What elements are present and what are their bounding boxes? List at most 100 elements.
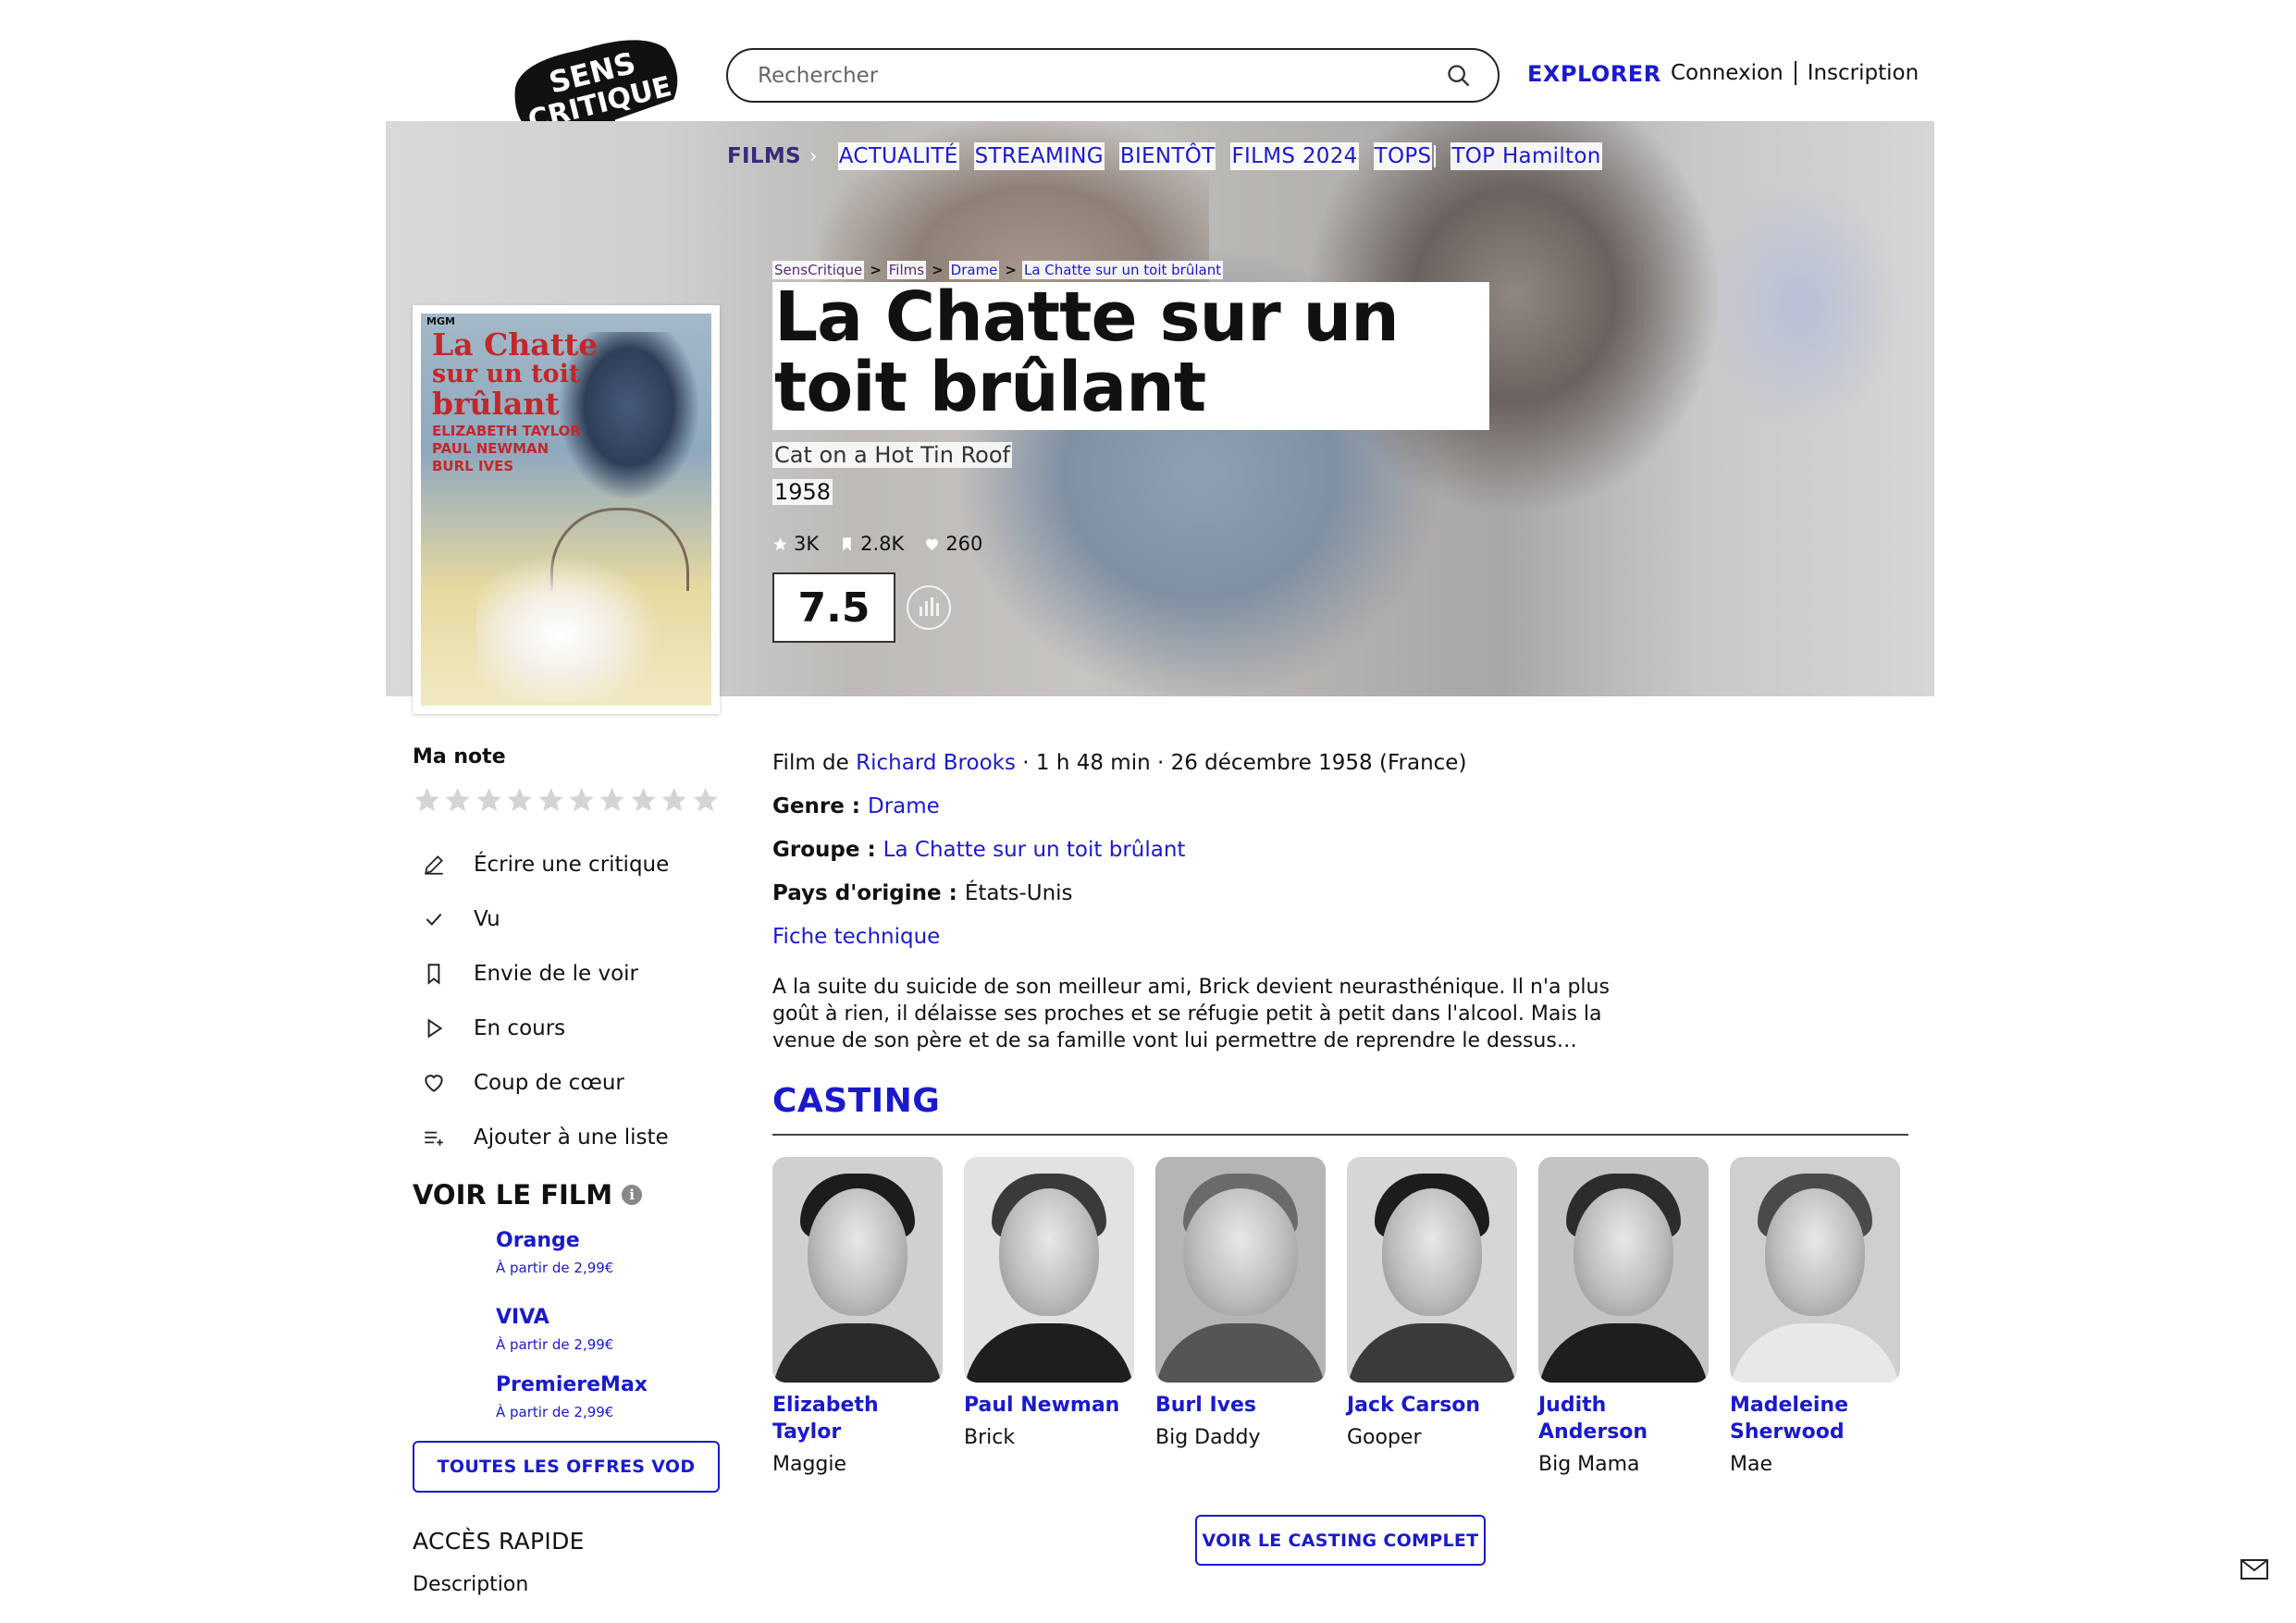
rating-star-icon[interactable] [537,785,565,815]
breadcrumb-current[interactable]: La Chatte sur un toit brûlant [1021,261,1224,279]
stat-wishes: 2.8K [839,533,904,555]
poster-title: La Chatte sur un toit brûlant [432,326,599,422]
nav-films[interactable]: FILMS [726,142,802,170]
offer-orange[interactable]: Orange À partir de 2,99€ [496,1229,720,1276]
actor-name[interactable]: Madeleine Sherwood [1730,1392,1900,1445]
watch-film-heading: VOIR LE FILM i [413,1179,720,1211]
cast-card[interactable]: Burl Ives Big Daddy [1155,1157,1326,1476]
actor-photo[interactable] [1538,1157,1709,1383]
actor-name[interactable]: Paul Newman [964,1392,1134,1419]
film-poster[interactable]: MGM La Chatte sur un toit brûlant ELIZAB… [413,305,720,714]
list-add-icon [425,1131,443,1146]
full-casting-button[interactable]: VOIR LE CASTING COMPLET [1195,1515,1486,1566]
check-icon [426,913,442,926]
actor-photo[interactable] [964,1157,1134,1383]
actor-name[interactable]: Elizabeth Taylor [772,1392,943,1445]
actor-name[interactable]: Burl Ives [1155,1392,1326,1419]
stat-ratings: 3K [772,533,819,555]
action-in-progress[interactable]: En cours [413,1001,720,1055]
nav-divider [1434,145,1437,167]
info-icon[interactable]: i [622,1185,643,1205]
actor-photo[interactable] [1730,1157,1900,1383]
signup-link[interactable]: Inscription [1808,61,1920,85]
rating-star-icon[interactable] [660,785,688,815]
search-bar[interactable] [726,48,1500,103]
actor-photo[interactable] [1155,1157,1326,1383]
nav-films-2024[interactable]: FILMS 2024 [1230,142,1359,170]
rating-star-icon[interactable] [629,785,658,815]
average-score: 7.5 [772,572,895,643]
quick-access-description[interactable]: Description [413,1573,720,1596]
genre-row: Genre : Drame [772,794,940,818]
cast-card[interactable]: Paul Newman Brick [964,1157,1134,1476]
original-title: Cat on a Hot Tin Roof [772,442,1012,468]
actor-role: Gooper [1347,1426,1422,1449]
breadcrumb-senscritique[interactable]: SensCritique [772,261,865,279]
quick-access-heading: ACCÈS RAPIDE [413,1528,585,1555]
rating-star-icon[interactable] [567,785,596,815]
film-nav: FILMS › ACTUALITÉ STREAMING BIENTÔT FILM… [726,142,1617,170]
breadcrumb-drame[interactable]: Drame [948,261,1000,279]
actor-photo[interactable] [772,1157,943,1383]
search-input[interactable] [758,63,1446,88]
login-link[interactable]: Connexion [1671,61,1784,85]
action-write-review[interactable]: Écrire une critique [413,837,720,891]
nav-top-hamilton[interactable]: TOP Hamilton [1450,142,1602,170]
action-favorite[interactable]: Coup de cœur [413,1055,720,1110]
cast-card[interactable]: Jack Carson Gooper [1347,1157,1517,1476]
film-stats: 3K 2.8K 260 [772,533,982,555]
rating-star-icon[interactable] [598,785,626,815]
actor-photo[interactable] [1347,1157,1517,1383]
actor-role: Brick [964,1426,1016,1449]
actor-role: Maggie [772,1453,847,1476]
auth-links: Connexion Inscription [1671,61,1919,85]
action-seen[interactable]: Vu [413,891,720,946]
actor-role: Mae [1730,1453,1772,1476]
cast-card[interactable]: Elizabeth Taylor Maggie [772,1157,943,1476]
all-vod-offers-button[interactable]: TOUTES LES OFFRES VOD [413,1441,720,1493]
stat-wishes-value: 2.8K [860,533,905,555]
rating-star-icon[interactable] [505,785,534,815]
offer-premieremax[interactable]: PremiereMax À partir de 2,99€ [496,1373,720,1420]
genre-link[interactable]: Drame [868,794,940,818]
group-link[interactable]: La Chatte sur un toit brûlant [883,838,1186,862]
search-icon[interactable] [1446,63,1472,89]
my-rating-label: Ma note [413,745,506,768]
cast-card[interactable]: Judith Anderson Big Mama [1538,1157,1709,1476]
play-icon [427,1018,443,1038]
explorer-link[interactable]: EXPLORER [1527,61,1661,87]
film-credits-row: Film de Richard Brooks · 1 h 48 min · 26… [772,751,1467,775]
auth-divider [1794,61,1796,85]
rating-distribution-icon[interactable] [907,585,951,630]
cast-list: Elizabeth Taylor Maggie Paul Newman Bric… [772,1157,1900,1476]
pencil-icon [425,855,443,875]
nav-streaming[interactable]: STREAMING [973,142,1105,170]
page-title: La Chatte sur un toit brûlant [774,277,1400,427]
cast-card[interactable]: Madeleine Sherwood Mae [1730,1157,1900,1476]
nav-actualite[interactable]: ACTUALITÉ [837,142,959,170]
action-add-to-list[interactable]: Ajouter à une liste [413,1110,720,1164]
actor-name[interactable]: Judith Anderson [1538,1392,1709,1445]
director-link[interactable]: Richard Brooks [856,751,1016,775]
poster-artwork: MGM La Chatte sur un toit brûlant ELIZAB… [421,314,711,706]
actor-name[interactable]: Jack Carson [1347,1392,1517,1419]
mail-icon[interactable] [2240,1559,2268,1580]
rating-star-icon[interactable] [413,785,441,815]
poster-figure-woman [476,554,661,702]
action-want-to-see[interactable]: Envie de le voir [413,946,720,1001]
breadcrumb-separator: > [932,262,944,278]
bookmark-icon [843,536,851,551]
rating-stars[interactable] [413,785,720,815]
rating-star-icon[interactable] [475,785,503,815]
offer-viva[interactable]: VIVA À partir de 2,99€ [496,1306,720,1353]
stat-ratings-value: 3K [794,533,820,555]
synopsis: A la suite du suicide de son meilleur am… [772,976,1610,1052]
rating-star-icon[interactable] [443,785,472,815]
rating-star-icon[interactable] [691,785,720,815]
nav-bientot[interactable]: BIENTÔT [1118,142,1216,170]
breadcrumb-films[interactable]: Films [886,261,927,279]
technical-sheet-link[interactable]: Fiche technique [772,925,940,949]
nav-tops[interactable]: TOPS [1373,142,1433,170]
breadcrumb-separator: > [1005,262,1017,278]
breadcrumb: SensCritique > Films > Drame > La Chatte… [772,261,1224,279]
